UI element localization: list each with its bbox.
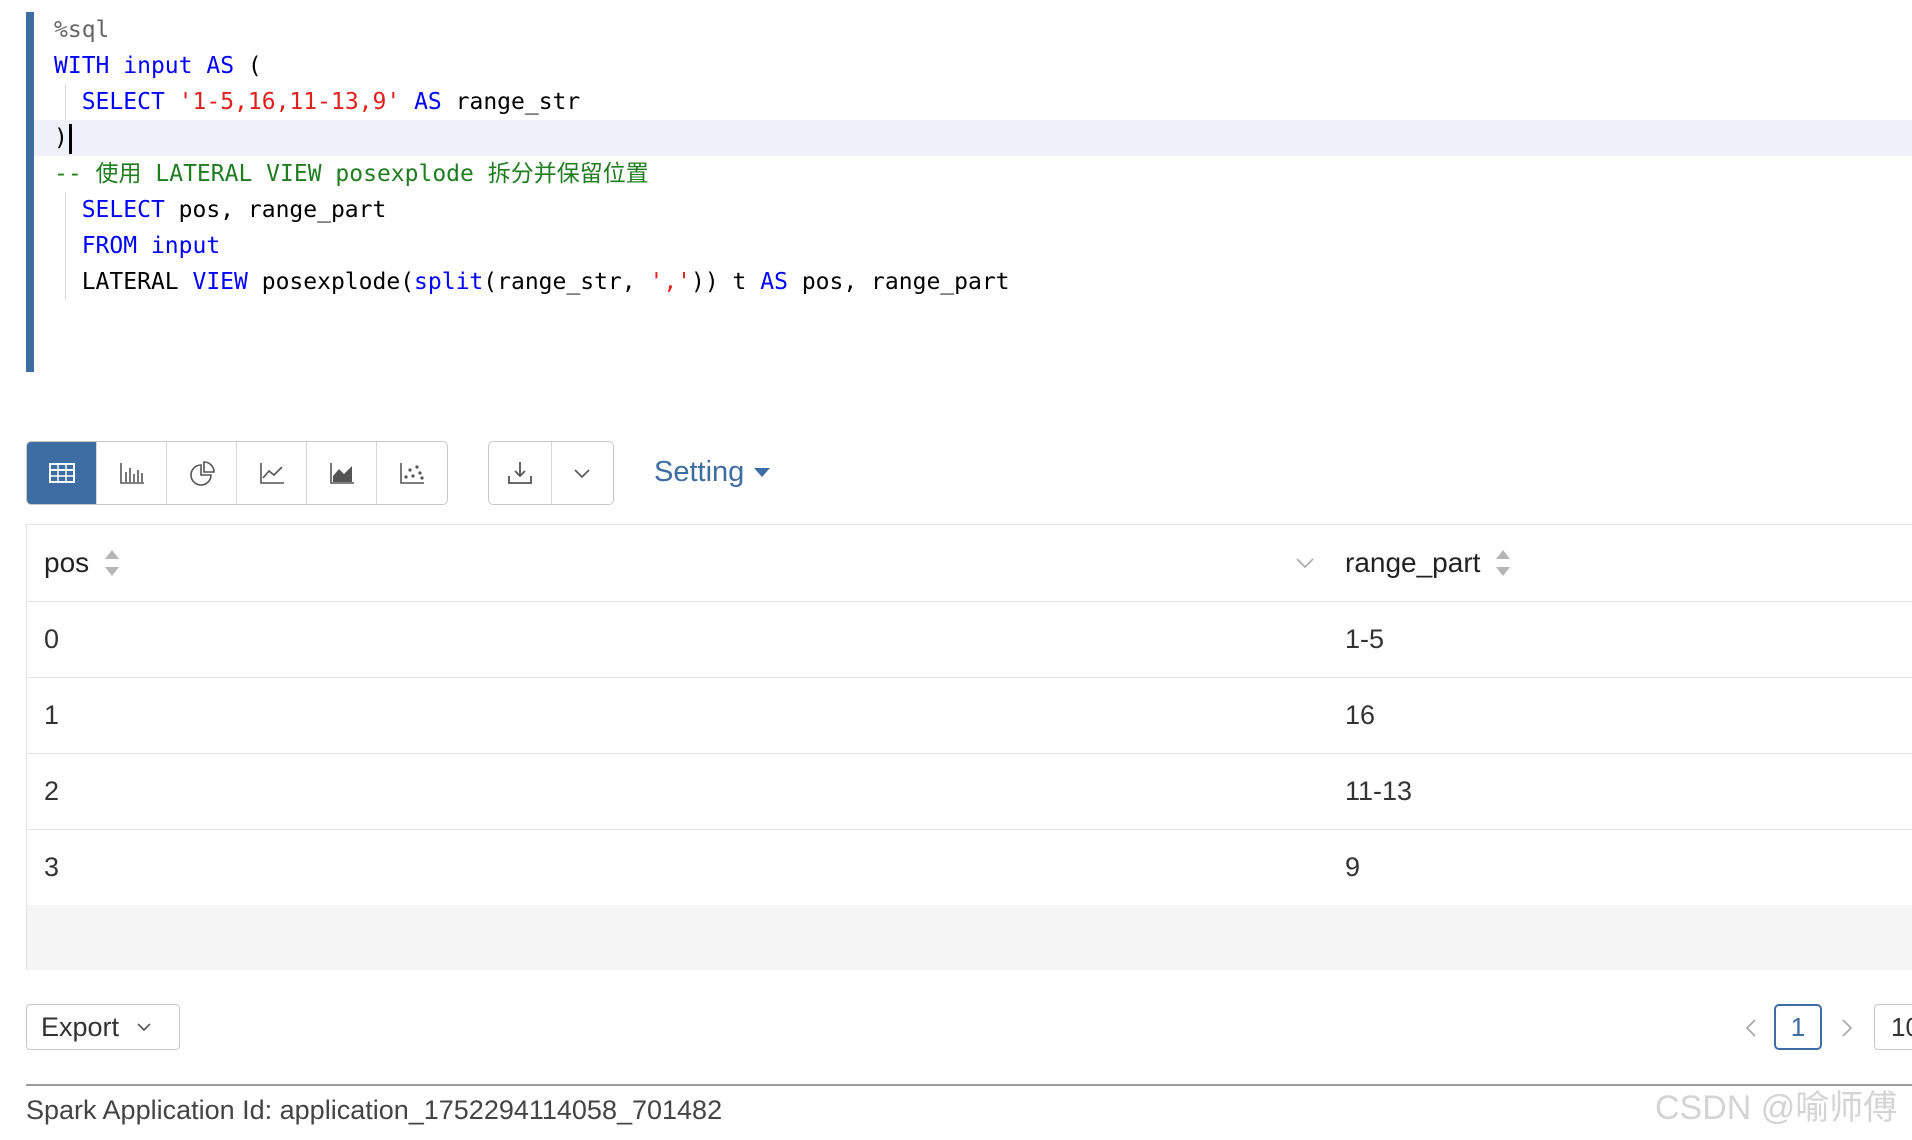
code-line-1: %sql bbox=[54, 12, 1912, 48]
chevron-down-icon bbox=[137, 1023, 151, 1032]
cell-range-part: 16 bbox=[1345, 700, 1376, 730]
table-row: 3 9 bbox=[27, 829, 1912, 905]
code-line-6: SELECT pos, range_part bbox=[54, 192, 1912, 228]
code-comment: -- 使用 LATERAL VIEW posexplode 拆分并保留位置 bbox=[54, 161, 649, 187]
keyword: SELECT bbox=[81, 197, 165, 223]
code-text: pos, range_part bbox=[787, 269, 1010, 295]
code-line-4-current: ) bbox=[34, 120, 1912, 156]
line-chart-button[interactable] bbox=[237, 442, 307, 504]
export-label: Export bbox=[41, 1011, 120, 1042]
page-size-value: 10 bbox=[1891, 1012, 1912, 1042]
page-number: 1 bbox=[1790, 1011, 1806, 1042]
code-editor[interactable]: %sql WITH input AS ( SELECT '1-5,16,11-1… bbox=[26, 12, 1912, 372]
cell-pos: 0 bbox=[44, 624, 60, 654]
keyword: AS bbox=[414, 89, 442, 115]
pagination-page-1[interactable]: 1 bbox=[1774, 1004, 1822, 1050]
chevron-right-icon[interactable] bbox=[1834, 1012, 1860, 1044]
table-view-button[interactable] bbox=[27, 442, 97, 504]
spark-application-id: Spark Application Id: application_175229… bbox=[26, 1095, 723, 1125]
setting-label: Setting bbox=[654, 456, 745, 488]
keyword: input bbox=[150, 233, 221, 259]
cell-pos: 3 bbox=[44, 852, 60, 882]
table-row: 0 1-5 bbox=[27, 601, 1912, 678]
bar-chart-button[interactable] bbox=[97, 442, 167, 504]
code-line-3: SELECT '1-5,16,11-13,9' AS range_str bbox=[54, 84, 1912, 120]
download-icon bbox=[507, 462, 532, 484]
watermark: CSDN @喻师傅 bbox=[1655, 1089, 1898, 1127]
scatter-chart-button[interactable] bbox=[377, 442, 447, 504]
keyword: VIEW bbox=[192, 269, 248, 295]
pie-chart-button[interactable] bbox=[167, 442, 237, 504]
column-header-label: pos bbox=[44, 547, 90, 578]
visualization-toolbar bbox=[26, 441, 448, 505]
function-name: split bbox=[414, 269, 484, 295]
code-text: )) t bbox=[691, 269, 761, 295]
code-line-5: -- 使用 LATERAL VIEW posexplode 拆分并保留位置 bbox=[54, 156, 1912, 192]
keyword: SELECT bbox=[81, 89, 165, 115]
table-header: pos range_part bbox=[27, 525, 1912, 602]
chevron-down-icon[interactable] bbox=[1289, 547, 1321, 579]
keyword: AS bbox=[206, 53, 235, 79]
cell-range-part: 11-13 bbox=[1345, 776, 1413, 806]
keyword: input bbox=[123, 53, 193, 79]
code-line-7: FROM input bbox=[54, 228, 1912, 264]
table-icon bbox=[48, 463, 75, 483]
code-text: range_str bbox=[441, 89, 581, 115]
keyword: WITH bbox=[54, 53, 110, 79]
caret-down-icon bbox=[754, 467, 771, 477]
column-header-range-part[interactable]: range_part bbox=[1345, 525, 1511, 601]
download-group bbox=[488, 441, 614, 505]
sort-icon[interactable] bbox=[1496, 550, 1511, 576]
download-button[interactable] bbox=[489, 442, 551, 504]
sql-directive: %sql bbox=[54, 17, 110, 43]
cell-pos: 1 bbox=[44, 700, 60, 730]
chevron-down-icon bbox=[574, 469, 590, 479]
line-chart-icon bbox=[259, 463, 284, 484]
download-options-button[interactable] bbox=[550, 442, 614, 504]
cell-pos: 2 bbox=[44, 776, 60, 806]
page-size-select[interactable]: 10 bbox=[1874, 1004, 1912, 1050]
code-line-2: WITH input AS ( bbox=[54, 48, 1912, 84]
footer-divider bbox=[26, 1084, 1912, 1086]
pie-chart-icon bbox=[189, 461, 215, 486]
setting-dropdown[interactable]: Setting bbox=[654, 452, 771, 492]
code-text: posexplode( bbox=[247, 269, 415, 295]
keyword: AS bbox=[760, 269, 788, 295]
sort-icon[interactable] bbox=[105, 550, 120, 576]
area-chart-button[interactable] bbox=[307, 442, 377, 504]
code-text: ) bbox=[54, 125, 68, 151]
cell-range-part: 1-5 bbox=[1345, 624, 1385, 654]
code-line-8: LATERAL VIEW posexplode(split(range_str,… bbox=[54, 264, 1912, 300]
column-header-pos[interactable]: pos bbox=[44, 525, 120, 601]
export-button[interactable]: Export bbox=[26, 1004, 180, 1050]
table-row: 1 16 bbox=[27, 677, 1912, 754]
result-table: pos range_part 0 1-5 1 16 2 11-13 3 9 bbox=[26, 524, 1912, 970]
column-header-label: range_part bbox=[1345, 547, 1481, 578]
cell-range-part: 9 bbox=[1345, 852, 1361, 882]
code-text: LATERAL bbox=[81, 269, 193, 295]
string-literal: ',' bbox=[649, 269, 692, 295]
table-empty-area bbox=[27, 905, 1912, 970]
area-chart-icon bbox=[329, 463, 354, 484]
code-text: (range_str, bbox=[483, 269, 650, 295]
chevron-left-icon[interactable] bbox=[1738, 1012, 1764, 1044]
keyword: FROM bbox=[81, 233, 138, 259]
string-literal: '1-5,16,11-13,9' bbox=[178, 89, 401, 115]
scatter-chart-icon bbox=[400, 463, 424, 484]
table-row: 2 11-13 bbox=[27, 753, 1912, 830]
code-text: ( bbox=[234, 53, 262, 79]
code-text: pos, range_part bbox=[164, 197, 387, 223]
text-cursor bbox=[68, 123, 72, 154]
bar-chart-icon bbox=[119, 463, 144, 484]
